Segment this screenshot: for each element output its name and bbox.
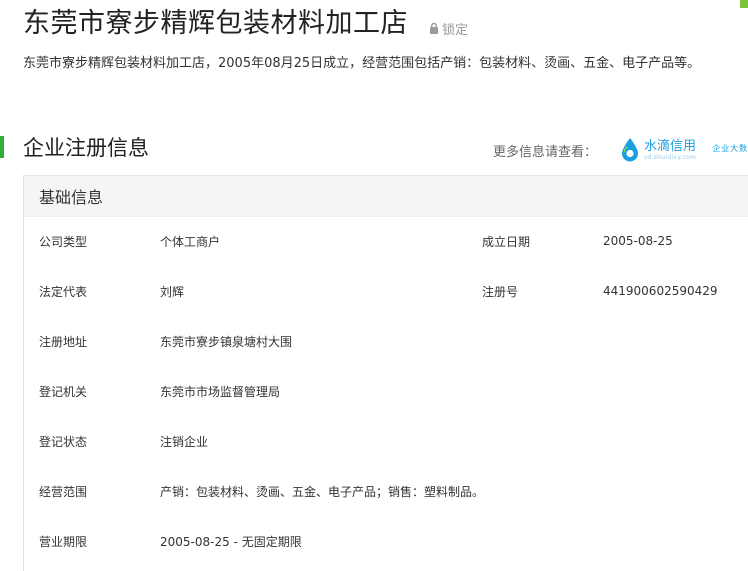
table-row: 法定代表 刘辉 注册号 441900602590429 xyxy=(39,266,748,316)
water-drop-icon xyxy=(622,138,638,162)
term-value: 2005-08-25 - 无固定期限 xyxy=(160,534,302,549)
table-row: 注册地址 东莞市寮步镇泉塘村大围 xyxy=(39,316,748,366)
company-description: 东莞市寮步精辉包装材料加工店，2005年08月25日成立，经营范围包括产销：包装… xyxy=(23,56,701,71)
reg-no-label: 注册号 xyxy=(482,284,519,299)
corner-mark xyxy=(740,0,748,8)
table-row: 公司类型 个体工商户 成立日期 2005-08-25 xyxy=(39,216,748,266)
shuidi-brand-link[interactable]: 水滴信用 sd.shuidixy.com 企业大数据 xyxy=(620,137,748,163)
authority-value: 东莞市市场监督管理局 xyxy=(160,384,281,399)
table-row: 经营范围 产销：包装材料、烫画、五金、电子产品；销售：塑料制品。 xyxy=(39,466,748,516)
table-row: 登记状态 注销企业 xyxy=(39,416,748,466)
authority-label: 登记机关 xyxy=(39,384,88,399)
scope-label: 经营范围 xyxy=(39,484,88,499)
basic-info-card: 基础信息 公司类型 个体工商户 成立日期 2005-08-25 法定代表 刘辉 … xyxy=(23,175,748,571)
more-info-label: 更多信息请查看： xyxy=(493,145,598,160)
status-value: 注销企业 xyxy=(160,434,209,449)
reg-no-value: 441900602590429 xyxy=(603,284,718,298)
table-row: 登记机关 东莞市市场监督管理局 xyxy=(39,366,748,416)
brand-name: 水滴信用 xyxy=(644,139,697,154)
lock-status[interactable]: 锁定 xyxy=(428,19,468,38)
legal-rep-value: 刘辉 xyxy=(160,284,185,299)
lock-icon xyxy=(430,22,438,34)
company-title: 东莞市寮步精辉包装材料加工店 xyxy=(23,8,408,39)
company-type-label: 公司类型 xyxy=(39,234,88,249)
card-title: 基础信息 xyxy=(24,176,748,217)
term-label: 营业期限 xyxy=(39,534,88,549)
legal-rep-label: 法定代表 xyxy=(39,284,88,299)
table-row: 营业期限 2005-08-25 - 无固定期限 xyxy=(39,516,748,566)
status-label: 登记状态 xyxy=(39,434,88,449)
title-row: 东莞市寮步精辉包装材料加工店 锁定 xyxy=(23,6,468,42)
scope-value: 产销：包装材料、烫画、五金、电子产品；销售：塑料制品。 xyxy=(160,484,485,499)
lock-label: 锁定 xyxy=(442,22,469,38)
section-title: 企业注册信息 xyxy=(23,136,149,160)
address-label: 注册地址 xyxy=(39,334,88,349)
section-accent-bar xyxy=(0,136,4,158)
brand-slogan: 企业大数据 xyxy=(712,144,748,153)
address-value: 东莞市寮步镇泉塘村大围 xyxy=(160,334,293,349)
established-label: 成立日期 xyxy=(482,234,531,249)
info-table: 公司类型 个体工商户 成立日期 2005-08-25 法定代表 刘辉 注册号 4… xyxy=(39,216,748,566)
brand-text: 水滴信用 sd.shuidixy.com xyxy=(644,137,696,161)
brand-url: sd.shuidixy.com xyxy=(644,154,697,161)
company-type-value: 个体工商户 xyxy=(160,234,221,249)
page: 东莞市寮步精辉包装材料加工店 锁定 东莞市寮步精辉包装材料加工店，2005年08… xyxy=(0,0,748,571)
established-value: 2005-08-25 xyxy=(603,234,673,248)
